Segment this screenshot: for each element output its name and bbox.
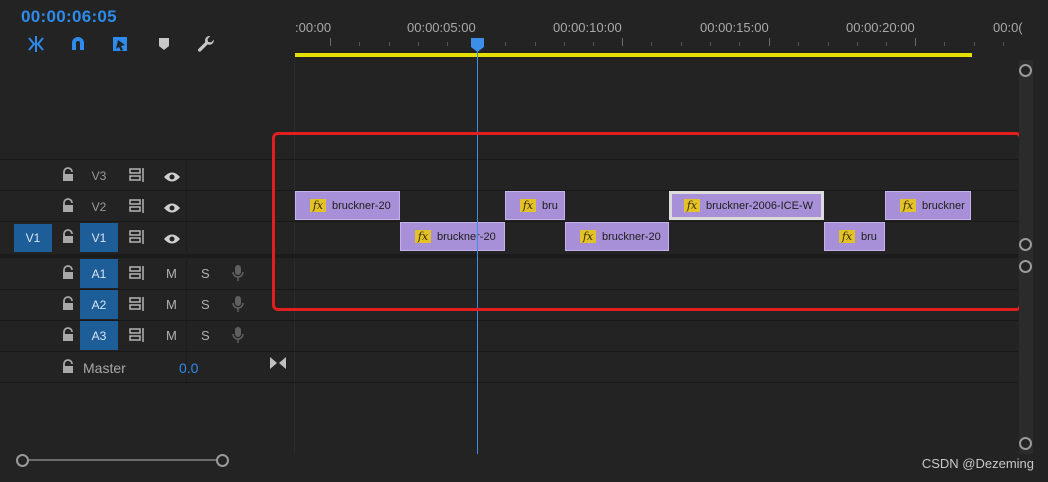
eye-icon[interactable] [163, 201, 181, 213]
lock-icon[interactable] [61, 327, 75, 343]
master-track-label: Master [83, 360, 126, 376]
playhead-timecode[interactable]: 00:00:06:05 [21, 7, 117, 27]
track-target-a3[interactable]: A3 [80, 321, 118, 350]
lock-icon[interactable] [61, 359, 75, 375]
ruler-tick-minor [944, 42, 946, 46]
playhead-handle-icon[interactable] [471, 38, 484, 52]
ruler-label: 00:00:05:00 [407, 20, 476, 35]
sync-lock-icon[interactable] [129, 168, 147, 182]
lock-icon[interactable] [61, 198, 75, 214]
ruler-tick-minor [651, 42, 653, 46]
ruler-tick [915, 38, 916, 46]
ruler-tick-minor [856, 42, 858, 46]
ruler-tick-minor [563, 42, 565, 46]
ruler-tick-minor [1002, 42, 1004, 46]
ruler-label: 00:00:20:00 [846, 20, 915, 35]
track-target-a1[interactable]: A1 [80, 259, 118, 288]
track-target-v3[interactable]: V3 [80, 161, 118, 190]
lock-icon[interactable] [61, 229, 75, 245]
scroll-handle-video[interactable] [1019, 238, 1032, 251]
ruler-tick-minor [593, 42, 595, 46]
add-marker-icon[interactable] [153, 33, 175, 55]
scroll-handle-top[interactable] [1019, 64, 1032, 77]
go-to-in-out-icon[interactable] [270, 356, 286, 374]
row-divider [0, 382, 1018, 383]
ruler-tick-minor [534, 42, 536, 46]
header-column-divider [186, 160, 187, 382]
highlight-box [272, 132, 1022, 311]
track-target-a2[interactable]: A2 [80, 290, 118, 319]
ruler-tick-minor [798, 42, 800, 46]
mute-button[interactable]: M [166, 328, 177, 343]
solo-button[interactable]: S [201, 297, 210, 312]
row-divider [0, 320, 1018, 321]
sync-lock-icon[interactable] [129, 266, 147, 280]
ruler-tick [622, 38, 623, 46]
mute-button[interactable]: M [166, 297, 177, 312]
ruler-tick-minor [505, 42, 507, 46]
linked-selection-icon[interactable] [109, 33, 131, 55]
ruler-tick [330, 38, 331, 46]
lock-icon[interactable] [61, 296, 75, 312]
lock-icon[interactable] [61, 265, 75, 281]
zoom-handle-left[interactable] [16, 454, 29, 467]
vertical-scrollbar[interactable] [1019, 60, 1033, 454]
ruler-label: 00:0( [993, 20, 1023, 35]
microphone-icon[interactable] [232, 295, 244, 313]
watermark-text: CSDN @Dezeming [921, 456, 1034, 471]
ruler-tick-minor [417, 42, 419, 46]
time-ruler[interactable]: :00:00 00:00:05:00 00:00:10:00 00:00:15:… [295, 0, 1023, 58]
solo-button[interactable]: S [201, 266, 210, 281]
zoom-scrollbar-track [21, 459, 227, 461]
insert-sequence-icon[interactable] [25, 33, 47, 55]
horizontal-zoom-scrollbar[interactable] [14, 452, 234, 468]
microphone-icon[interactable] [232, 264, 244, 282]
master-volume-value[interactable]: 0.0 [179, 360, 198, 376]
sync-lock-icon[interactable] [129, 328, 147, 342]
ruler-tick-minor [973, 42, 975, 46]
sync-lock-icon[interactable] [129, 199, 147, 213]
wrench-settings-icon[interactable] [195, 33, 217, 55]
ruler-label: 00:00:10:00 [553, 20, 622, 35]
ruler-label: :00:00 [295, 20, 332, 35]
scroll-handle-bottom[interactable] [1019, 437, 1032, 450]
eye-icon[interactable] [163, 232, 181, 244]
ruler-tick-minor [827, 42, 829, 46]
row-divider [0, 351, 1018, 352]
mute-button[interactable]: M [166, 266, 177, 281]
ruler-tick-minor [359, 42, 361, 46]
ruler-tick-minor [680, 42, 682, 46]
zoom-handle-right[interactable] [216, 454, 229, 467]
microphone-icon[interactable] [232, 326, 244, 344]
scroll-handle-audio[interactable] [1019, 260, 1032, 273]
solo-button[interactable]: S [201, 328, 210, 343]
ruler-tick-minor [739, 42, 741, 46]
ruler-tick-minor [447, 42, 449, 46]
eye-icon[interactable] [163, 170, 181, 182]
sync-lock-icon[interactable] [129, 230, 147, 244]
snap-magnet-icon[interactable] [67, 33, 89, 55]
ruler-tick-minor [388, 42, 390, 46]
source-patch-v1[interactable]: V1 [14, 224, 52, 252]
track-target-v2[interactable]: V2 [80, 192, 118, 221]
ruler-label: 00:00:15:00 [700, 20, 769, 35]
ruler-tick-minor [709, 42, 711, 46]
ruler-tick [769, 38, 770, 46]
sync-lock-icon[interactable] [129, 297, 147, 311]
work-area-bar[interactable] [295, 53, 972, 57]
lock-icon[interactable] [61, 167, 75, 183]
ruler-tick-minor [886, 42, 888, 46]
track-target-v1[interactable]: V1 [80, 223, 118, 252]
